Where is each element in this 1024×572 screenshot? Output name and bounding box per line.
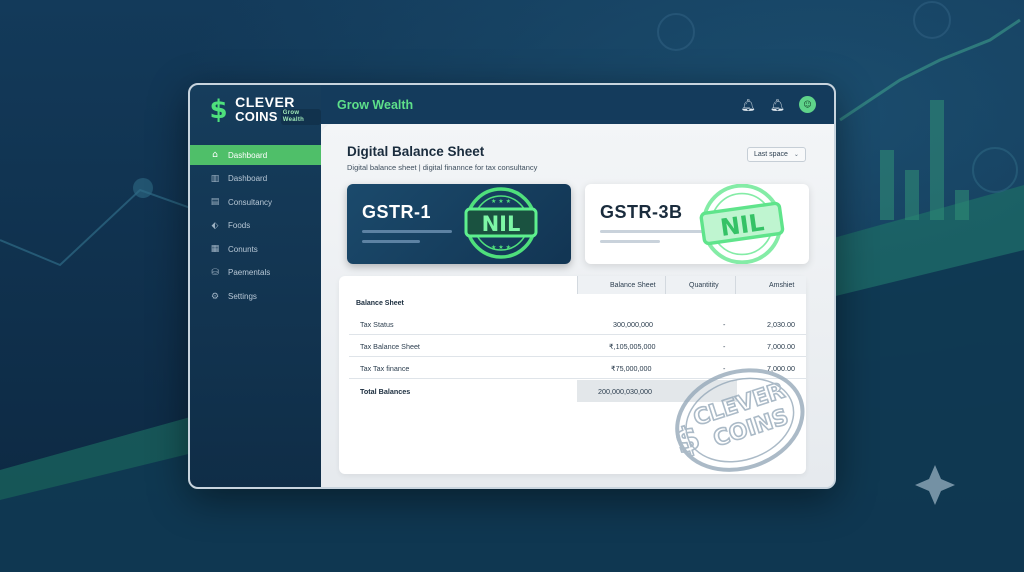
column-header[interactable]: Balance Sheet (610, 282, 656, 289)
svg-text:★ ★ ★: ★ ★ ★ (491, 198, 511, 205)
gstr3b-card[interactable]: GSTR-3B NIL (585, 184, 809, 264)
sidebar-item-label: Dashboard (228, 174, 268, 184)
sidebar-item-dashboard[interactable]: ⌂ Dashboard (190, 145, 321, 165)
period-dropdown-value: Last space (754, 151, 788, 158)
page-title: Digital Balance Sheet (347, 144, 485, 159)
bell-icon[interactable]: 🔔︎ (741, 98, 756, 112)
sidebar-item-label: Foods (228, 221, 251, 231)
column-header[interactable]: Amshiet (769, 282, 794, 289)
brand-logo[interactable]: $ CLEVER COINS Grow Wealth (190, 90, 321, 130)
sidebar-item-paementals[interactable]: ⛁ Paementals (190, 263, 321, 283)
card-progress-bar (600, 240, 660, 243)
sidebar-item-label: Consultancy (228, 197, 273, 207)
sidebar-nav: ⌂ Dashboard ▥ Dashboard ▤ Consultancy ⬖ … (190, 145, 321, 307)
nil-stamp: NIL ★ ★ ★ ★ ★ ★ (464, 187, 538, 259)
home-icon: ⌂ (212, 150, 218, 160)
buildings-icon: ▦ (210, 244, 220, 255)
card-progress-bar (362, 230, 452, 233)
brand-line1: CLEVER (235, 93, 295, 110)
column-header[interactable]: Quantitity (689, 282, 719, 289)
bell-icon[interactable]: 🔔︎ (770, 98, 785, 112)
period-dropdown[interactable]: Last space ⌄ (747, 147, 806, 162)
sidebar-item-dashboard-2[interactable]: ▥ Dashboard (190, 169, 321, 189)
nil-stamp: NIL (699, 184, 785, 264)
sidebar: $ CLEVER COINS Grow Wealth ⌂ Dashboard ▥… (190, 85, 321, 487)
dollar-logo-icon: $ (209, 95, 228, 125)
sidebar-item-label: Paementals (228, 268, 271, 278)
stamp-text: NIL (482, 212, 521, 236)
sidebar-item-conunts[interactable]: ▦ Conunts (190, 239, 321, 259)
balance-table: Balance Sheet Quantitity Amshiet Balance… (339, 276, 806, 474)
avatar[interactable]: ☺ (799, 96, 816, 113)
brand-tagline: Grow Wealth (280, 108, 321, 125)
page-subtitle: Digital balance sheet | digital finannce… (347, 163, 538, 172)
clever-coins-watermark-stamp: CLEVER COINS $ (669, 368, 805, 472)
topbar: Grow Wealth 🔔︎ 🔔︎ ☺ (321, 85, 834, 124)
sidebar-item-foods[interactable]: ⬖ Foods (190, 216, 321, 236)
card-title: GSTR-3B (600, 202, 683, 222)
sidebar-item-label: Settings (228, 292, 257, 302)
card-title: GSTR-1 (362, 202, 432, 222)
bar-chart-icon: ▥ (210, 173, 220, 184)
brand-line2: COINS (235, 109, 278, 124)
table-row[interactable]: Tax Status 300,000,000 - 2,030.00 (349, 313, 806, 335)
tag-icon: ⬖ (211, 220, 219, 231)
card-progress-bar (362, 240, 420, 243)
svg-text:★ ★ ★: ★ ★ ★ (491, 244, 511, 251)
card-progress-bar (600, 230, 710, 233)
gstr1-card[interactable]: GSTR-1 NIL ★ ★ ★ ★ ★ ★ (347, 184, 571, 264)
table-row[interactable]: Tax Balance Sheet ₹,105,005,000 - 7,000.… (349, 335, 806, 357)
topbar-title: Grow Wealth (337, 97, 414, 112)
main-area: Grow Wealth 🔔︎ 🔔︎ ☺ Digital Balance Shee… (321, 85, 834, 487)
chevron-down-icon: ⌄ (793, 151, 799, 158)
app-window: $ CLEVER COINS Grow Wealth ⌂ Dashboard ▥… (188, 83, 836, 489)
sidebar-item-label: Conunts (228, 244, 258, 254)
gear-icon: ⚙ (210, 291, 220, 302)
content-area: Digital Balance Sheet Digital balance sh… (321, 124, 834, 487)
coins-icon: ⛁ (211, 267, 219, 278)
table-section-label: Balance Sheet (356, 300, 404, 307)
sidebar-item-settings[interactable]: ⚙ Settings (190, 287, 321, 307)
sidebar-item-consultancy[interactable]: ▤ Consultancy (190, 192, 321, 212)
document-icon: ▤ (210, 197, 220, 208)
sidebar-item-label: Dashboard (228, 150, 268, 160)
